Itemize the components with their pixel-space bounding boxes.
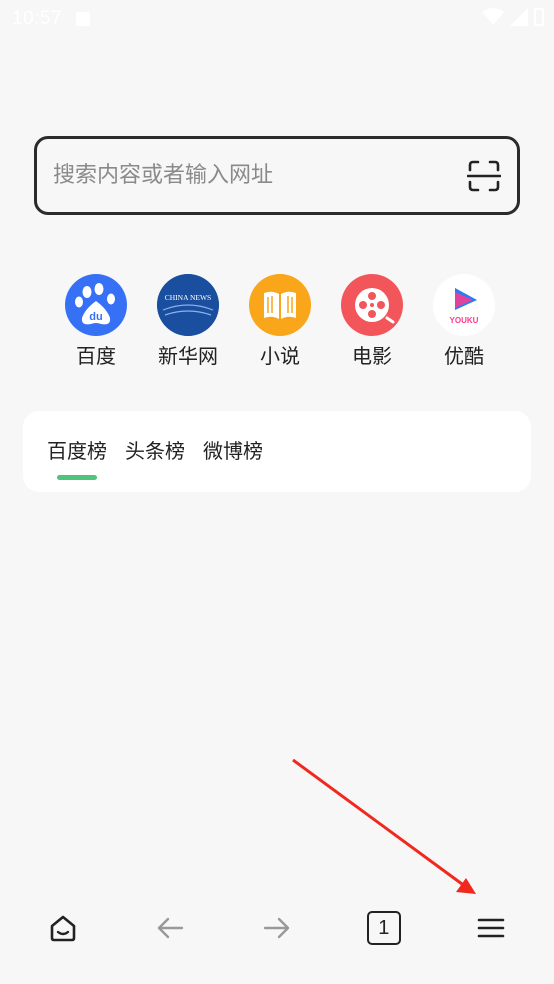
tab-toutiao-hot[interactable]: 头条榜 <box>125 435 185 464</box>
home-button[interactable] <box>33 898 93 958</box>
baidu-logo-text: du <box>89 311 102 323</box>
signal-icon <box>510 8 528 26</box>
book-icon <box>249 274 311 336</box>
xinhua-globe-icon: CHINA NEWS <box>157 274 219 336</box>
battery-icon <box>534 8 544 26</box>
tab-count: 1 <box>378 916 390 939</box>
tabs-icon: 1 <box>366 911 401 945</box>
quick-link-label: 小说 <box>260 344 300 368</box>
forward-button[interactable] <box>247 898 307 958</box>
quick-link-label: 百度 <box>76 344 116 368</box>
scan-icon[interactable] <box>467 159 501 193</box>
quick-links: du 百度 CHINA NEWS 新华网 小说 电影 YOUKU 优酷 <box>50 274 510 374</box>
hot-list-card: 百度榜 头条榜 微博榜 <box>23 411 531 492</box>
quick-link-baidu[interactable]: du 百度 <box>50 274 142 374</box>
quick-link-xinhua[interactable]: CHINA NEWS 新华网 <box>142 274 234 374</box>
tab-weibo-hot[interactable]: 微博榜 <box>203 435 263 464</box>
status-time: 10:57 <box>12 8 63 29</box>
tabs-button[interactable]: 1 <box>354 898 414 958</box>
forward-arrow-icon <box>263 917 290 939</box>
search-input[interactable] <box>53 163 467 188</box>
notification-icon <box>76 12 91 26</box>
film-reel-icon <box>341 274 403 336</box>
menu-button[interactable] <box>461 898 521 958</box>
search-box[interactable] <box>34 136 520 215</box>
youku-play-icon: YOUKU <box>433 274 495 336</box>
youku-logo-text: YOUKU <box>450 316 479 325</box>
quick-link-youku[interactable]: YOUKU 优酷 <box>418 274 510 374</box>
back-button[interactable] <box>140 898 200 958</box>
home-icon <box>51 915 76 942</box>
quick-link-movie[interactable]: 电影 <box>326 274 418 374</box>
status-indicators <box>482 8 544 26</box>
quick-link-label: 电影 <box>352 344 392 368</box>
xinhua-logo-text: CHINA NEWS <box>165 293 211 302</box>
tab-baidu-hot[interactable]: 百度榜 <box>47 435 107 480</box>
back-arrow-icon <box>157 917 184 939</box>
status-bar: 10:57 <box>0 0 554 38</box>
quick-link-novel[interactable]: 小说 <box>234 274 326 374</box>
quick-link-label: 优酷 <box>444 344 484 368</box>
wifi-icon <box>482 8 504 25</box>
bottom-nav-bar: 1 <box>0 890 554 966</box>
quick-link-label: 新华网 <box>158 344 218 368</box>
menu-icon <box>477 918 504 938</box>
baidu-paw-icon: du <box>65 274 127 336</box>
